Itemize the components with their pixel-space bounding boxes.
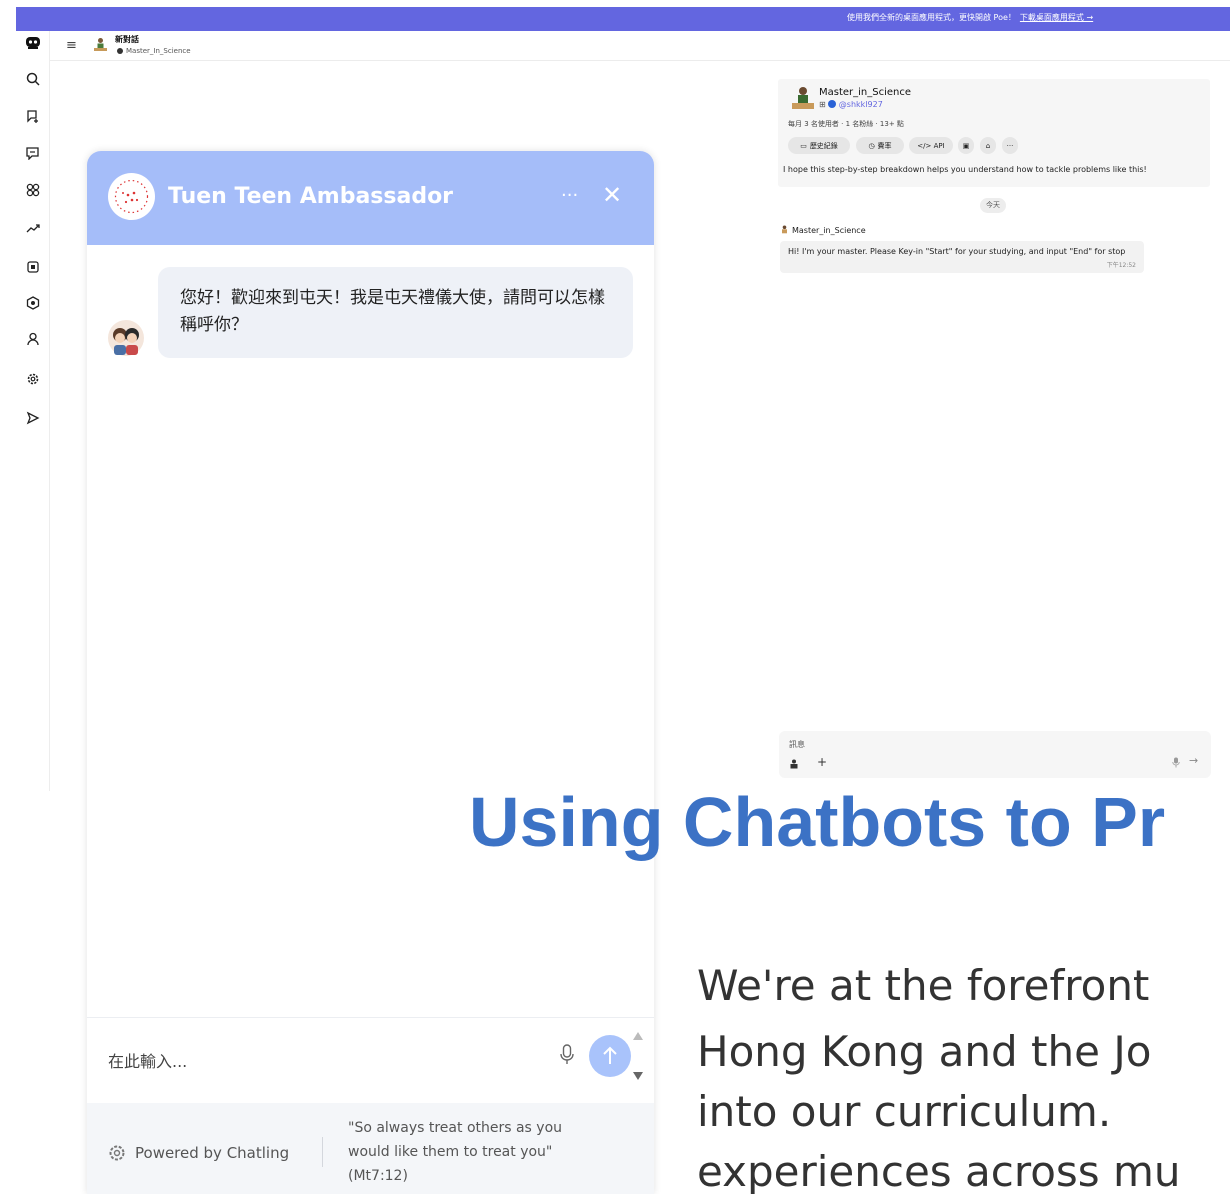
download-app-link[interactable]: 下載桌面應用程式 → — [1020, 13, 1093, 22]
header-divider — [50, 60, 1230, 61]
bot-message-text: Hi! I'm your master. Please Key-in "Star… — [788, 247, 1126, 256]
bot-handle-text: @shkkl927 — [838, 100, 883, 109]
more-options-icon[interactable]: ··· — [561, 185, 578, 206]
api-button[interactable]: </> API — [909, 137, 953, 154]
more-icon: ··· — [1006, 141, 1014, 150]
grid-icon: ⊞ — [819, 100, 826, 109]
chat-bot-label: Master_In_Science — [126, 47, 191, 55]
bot-avatar-small — [94, 38, 107, 51]
share-button[interactable]: ▣ — [958, 137, 974, 154]
apps-icon[interactable] — [24, 181, 42, 199]
microphone-icon[interactable] — [559, 1043, 575, 1067]
ambassador-avatar — [108, 320, 144, 356]
rates-button[interactable]: ◷ 費率 — [856, 137, 904, 154]
widget-title: Tuen Teen Ambassador — [168, 184, 454, 209]
widget-header: Tuen Teen Ambassador ··· ✕ — [87, 151, 654, 245]
bot-dot-icon — [117, 48, 123, 54]
settings-icon[interactable] — [24, 370, 42, 388]
menu-icon[interactable]: ≡ — [66, 38, 77, 53]
rates-icon: ◷ — [868, 141, 875, 150]
bot-selector-icon[interactable] — [789, 759, 799, 769]
search-icon[interactable] — [24, 70, 42, 88]
creators-icon[interactable] — [24, 294, 42, 312]
banner-text: 使用我們全新的桌面應用程式，更快開啟 Poe！ 下載桌面應用程式 → — [847, 12, 1093, 23]
chat-bot-name[interactable]: Master_In_Science — [117, 47, 191, 55]
poe-logo-icon[interactable] — [24, 34, 42, 52]
share-icon: ▣ — [962, 141, 970, 150]
new-chat-icon[interactable] — [24, 107, 42, 125]
input-divider — [87, 1017, 654, 1018]
bot-handle[interactable]: ⊞ @shkkl927 — [819, 100, 883, 109]
bot-description: I hope this step-by-step breakdown helps… — [783, 165, 1147, 174]
chatling-logo-icon — [109, 1145, 125, 1161]
ambassador-logo-icon — [108, 173, 155, 220]
rates-label: 費率 — [877, 141, 892, 150]
bot-message: Hi! I'm your master. Please Key-in "Star… — [780, 241, 1144, 273]
bot-name: Master_in_Science — [819, 87, 912, 98]
scroll-up-icon[interactable] — [632, 1031, 644, 1041]
bible-quote: "So always treat others as you would lik… — [348, 1120, 563, 1184]
github-icon — [828, 100, 837, 108]
lock-icon: ⌂ — [985, 141, 991, 150]
desktop-app-banner: 使用我們全新的桌面應用程式，更快開啟 Poe！ 下載桌面應用程式 → — [16, 7, 1230, 31]
lock-button[interactable]: ⌂ — [980, 137, 996, 154]
message-author-name: Master_in_Science — [792, 226, 866, 235]
chat-title: 新對話 — [115, 35, 139, 44]
slide-headline: Using Chatbots to Pr — [469, 783, 1166, 861]
message-input[interactable]: 在此輸入... — [108, 1048, 187, 1072]
poe-message-composer[interactable]: 訊息 + → — [779, 731, 1211, 778]
send-button[interactable] — [589, 1035, 631, 1077]
footer-divider — [322, 1137, 323, 1167]
chats-icon[interactable] — [24, 144, 42, 162]
bot-stats: 每月 3 名使用者 · 1 名粉絲 · 13+ 點 — [788, 120, 904, 128]
history-icon: ▭ — [800, 141, 807, 150]
sidebar-rail — [16, 31, 50, 791]
slide-body-line-1: We're at the forefront — [697, 961, 1150, 1010]
send-icon[interactable] — [24, 409, 42, 427]
scroll-down-icon[interactable] — [632, 1071, 644, 1081]
close-icon[interactable]: ✕ — [602, 181, 622, 209]
voice-input-icon[interactable] — [1172, 757, 1180, 768]
trending-icon[interactable] — [24, 219, 42, 237]
bot-info-card: Master_in_Science ⊞ @shkkl927 每月 3 名使用者 … — [778, 79, 1210, 187]
chat-widget: Tuen Teen Ambassador ··· ✕ 您好！歡迎來到屯天！我是屯… — [87, 151, 654, 1194]
poe-send-icon[interactable]: → — [1189, 754, 1198, 767]
bots-icon[interactable] — [24, 258, 42, 276]
slide-body-line-3: into our curriculum. — [697, 1087, 1112, 1136]
slide-body-line-4: experiences across mu — [697, 1147, 1181, 1194]
api-label: </> API — [917, 141, 945, 150]
banner-message: 使用我們全新的桌面應用程式，更快開啟 Poe！ — [847, 13, 1016, 22]
author-avatar-icon — [782, 225, 787, 234]
slide-body-line-2: Hong Kong and the Jo — [697, 1027, 1152, 1076]
history-label: 歷史紀錄 — [809, 141, 838, 150]
bot-avatar — [792, 87, 814, 109]
arrow-up-icon — [603, 1046, 617, 1064]
date-separator: 今天 — [980, 198, 1006, 213]
widget-footer: Powered by Chatling "So always treat oth… — [87, 1103, 654, 1194]
poe-message-input[interactable]: 訊息 — [789, 739, 805, 750]
history-button[interactable]: ▭ 歷史紀錄 — [788, 137, 850, 154]
attach-icon[interactable]: + — [817, 755, 827, 769]
more-button[interactable]: ··· — [1002, 137, 1018, 154]
powered-by-chatling[interactable]: Powered by Chatling — [135, 1144, 289, 1162]
bot-message-bubble: 您好！歡迎來到屯天！我是屯天禮儀大使，請問可以怎樣稱呼你？ — [158, 267, 633, 358]
profile-icon[interactable] — [24, 330, 42, 348]
message-timestamp: 下午12:52 — [1106, 262, 1136, 269]
message-author: Master_in_Science — [780, 225, 866, 235]
